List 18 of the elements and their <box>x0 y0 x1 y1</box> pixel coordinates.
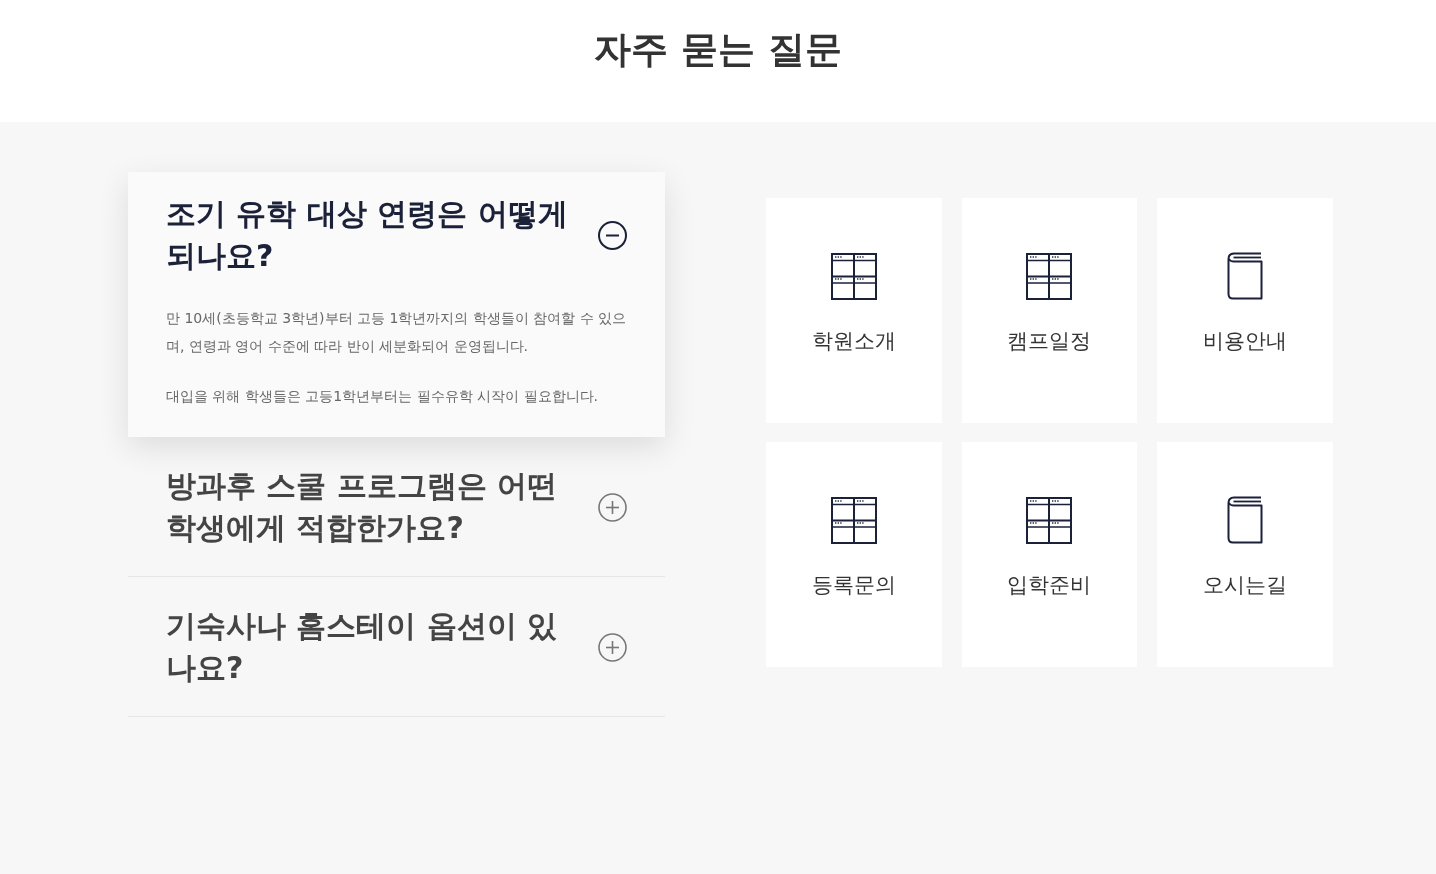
faq-question[interactable]: 기숙사나 홈스테이 옵션이 있나요? <box>166 605 627 689</box>
grid-icon <box>1026 496 1073 544</box>
grid-icon <box>1026 252 1073 300</box>
section-title: 자주 묻는 질문 <box>593 27 843 73</box>
faq-answer: 대입을 위해 학생들은 고등1학년부터는 필수유학 시작이 필요합니다. <box>166 387 600 406</box>
menu-tile[interactable]: 오시는길 <box>1157 442 1333 667</box>
menu-tile[interactable]: 등록문의 <box>766 442 942 667</box>
menu-tile[interactable]: 학원소개 <box>766 198 942 423</box>
faq-answer: 만 10세(초등학교 3학년)부터 고등 1학년까지의 학생들이 참여할 수 있으며, 연령과 영어 수준에 따라 반이 세분화되어 운영됩니다. <box>166 309 628 356</box>
book-icon <box>1226 252 1263 300</box>
book-icon <box>1226 496 1263 544</box>
faq-question[interactable]: 방과후 스쿨 프로그램은 어떤 학생에게 적합한가요? <box>166 465 627 549</box>
menu-tile[interactable]: 캠프일정 <box>961 198 1137 423</box>
grid-icon <box>830 496 877 544</box>
menu-tile[interactable]: 입학준비 <box>961 442 1137 667</box>
menu-tile[interactable]: 비용안내 <box>1157 198 1333 423</box>
faq-question[interactable]: 조기 유학 대상 연령은 어떻게 되나요? <box>166 193 635 277</box>
grid-icon <box>830 252 877 300</box>
